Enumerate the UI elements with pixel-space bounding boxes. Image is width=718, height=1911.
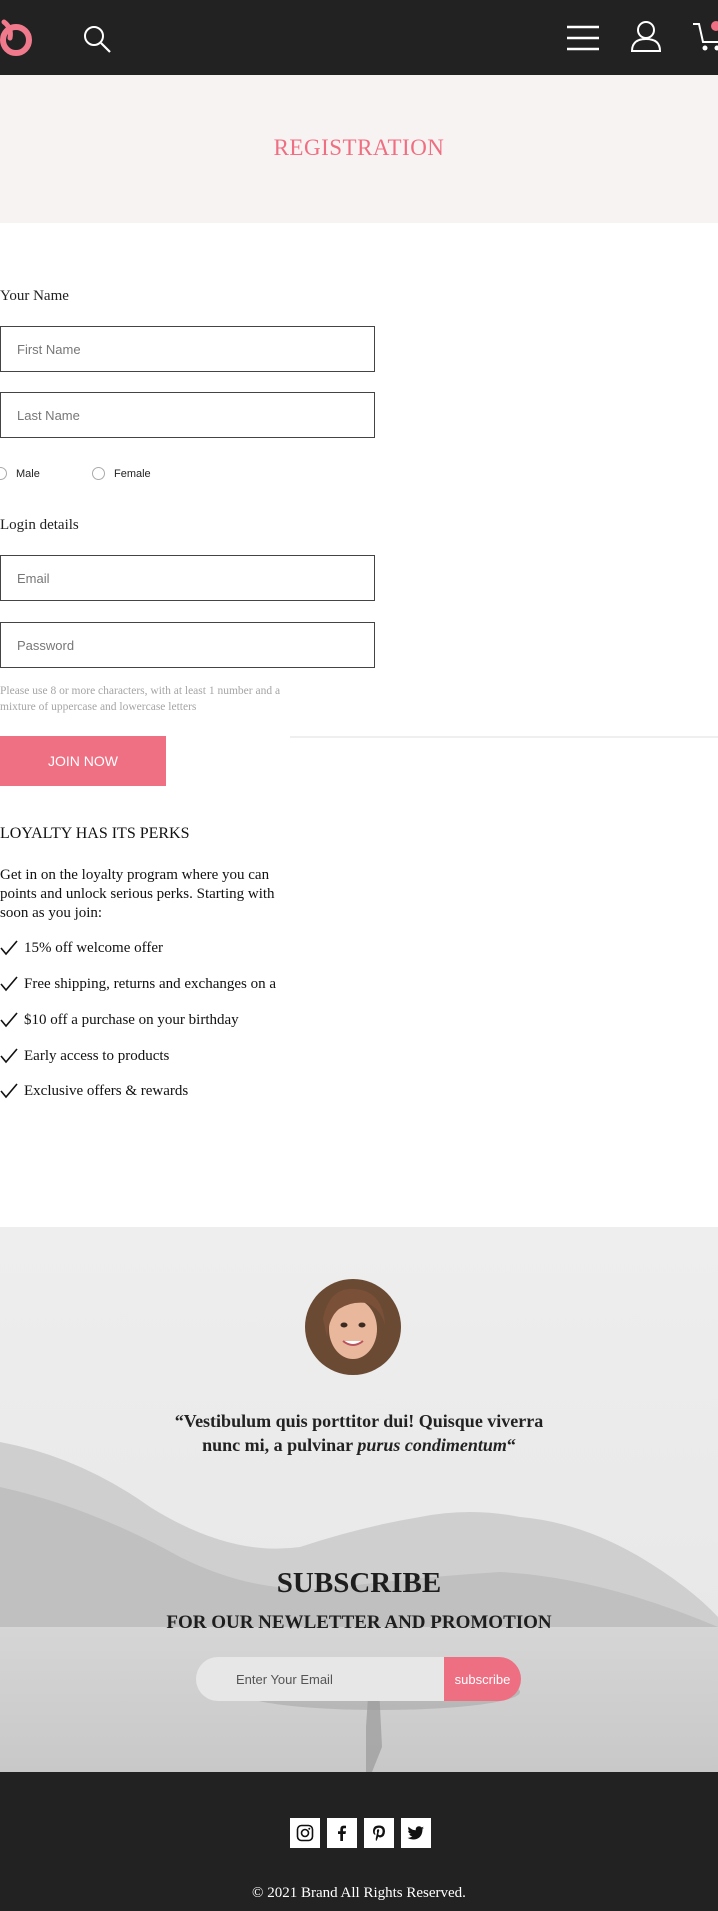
perk-text: $10 off a purchase on your birthday (24, 1011, 239, 1028)
page-hero: REGISTRATION (0, 75, 718, 223)
social-links (290, 1818, 438, 1848)
user-icon[interactable] (630, 20, 662, 52)
perks-intro-line: Get in on the loyalty program where you … (0, 867, 270, 883)
perk-text: 15% off welcome offer (24, 939, 163, 956)
perk-text: Free shipping, returns and exchanges on … (24, 975, 277, 992)
perks-intro: Get in on the loyalty program where you … (0, 866, 290, 923)
password-input[interactable] (1, 623, 374, 667)
top-navigation-bar (0, 0, 718, 75)
perks-intro-line: points and unlock serious perks. Startin… (0, 886, 275, 902)
perk-item: Early access to products (0, 1047, 290, 1065)
radio-button[interactable] (0, 467, 7, 480)
checkmark-icon (0, 1048, 18, 1064)
perks-title: LOYALTY HAS ITS PERKS (0, 825, 190, 842)
hamburger-menu-icon[interactable] (566, 24, 600, 52)
perk-item: 15% off welcome offer (0, 939, 290, 957)
testimonial-avatar (305, 1279, 401, 1375)
subscribe-subtitle: FOR OUR NEWLETTER AND PROMOTION (166, 1612, 552, 1633)
twitter-link[interactable] (401, 1818, 431, 1848)
pinterest-icon (373, 1825, 385, 1842)
perk-text: Early access to products (24, 1047, 170, 1064)
your-name-label: Your Name (0, 288, 69, 304)
copyright-text: © 2021 Brand All Rights Reserved. (252, 1885, 466, 1901)
checkmark-icon (0, 1012, 18, 1028)
subscribe-title: SUBSCRIBE (276, 1567, 442, 1599)
twitter-icon (407, 1826, 424, 1840)
perk-item: Exclusive offers & rewards (0, 1082, 290, 1100)
brand-logo-icon[interactable] (0, 14, 42, 58)
newsletter-form: subscribe (196, 1657, 521, 1701)
instagram-icon (296, 1824, 314, 1842)
newsletter-email-field[interactable] (196, 1657, 446, 1701)
email-input[interactable] (1, 556, 374, 600)
testimonial-subscribe-section: “Vestibulum quis porttitor dui! Quisque … (0, 1227, 718, 1772)
facebook-icon (338, 1825, 346, 1841)
password-field[interactable] (0, 622, 375, 668)
perks-intro-line: soon as you join: (0, 905, 103, 921)
radio-button[interactable] (92, 467, 105, 480)
password-hint-line: mixture of uppercase and lowercase lette… (0, 701, 197, 713)
search-icon[interactable] (82, 24, 112, 54)
facebook-link[interactable] (327, 1818, 357, 1848)
last-name-field[interactable] (0, 392, 375, 438)
login-details-label: Login details (0, 517, 79, 533)
radio-label-female: Female (114, 467, 151, 480)
radio-label-male: Male (16, 467, 40, 480)
testimonial-quote: “Vestibulum quis porttitor dui! Quisque … (160, 1409, 558, 1457)
section-divider (290, 736, 718, 738)
perk-item: $10 off a purchase on your birthday (0, 1011, 290, 1029)
perk-item: Free shipping, returns and exchanges on … (0, 975, 290, 993)
first-name-field[interactable] (0, 326, 375, 372)
perk-text: Exclusive offers & rewards (24, 1082, 189, 1099)
quote-close: “ (506, 1435, 516, 1455)
gender-radio-female[interactable]: Female (92, 467, 151, 480)
join-now-button[interactable]: JOIN NOW (0, 736, 166, 786)
cart-icon[interactable] (692, 20, 718, 54)
page-title: REGISTRATION (273, 135, 445, 160)
password-hint-line: Please use 8 or more characters, with at… (0, 685, 281, 697)
quote-emphasis: purus condimentum (357, 1435, 507, 1455)
site-footer: © 2021 Brand All Rights Reserved. (0, 1772, 718, 1911)
email-field[interactable] (0, 555, 375, 601)
pinterest-link[interactable] (364, 1818, 394, 1848)
instagram-link[interactable] (290, 1818, 320, 1848)
checkmark-icon (0, 976, 18, 992)
gender-radio-male[interactable]: Male (0, 467, 40, 480)
first-name-input[interactable] (1, 327, 374, 371)
checkmark-icon (0, 1083, 18, 1099)
password-hint: Please use 8 or more characters, with at… (0, 683, 320, 715)
last-name-input[interactable] (1, 393, 374, 437)
checkmark-icon (0, 940, 18, 956)
subscribe-button[interactable]: subscribe (444, 1657, 521, 1701)
avatar-portrait-image (305, 1279, 401, 1375)
newsletter-email-input[interactable] (196, 1657, 446, 1701)
